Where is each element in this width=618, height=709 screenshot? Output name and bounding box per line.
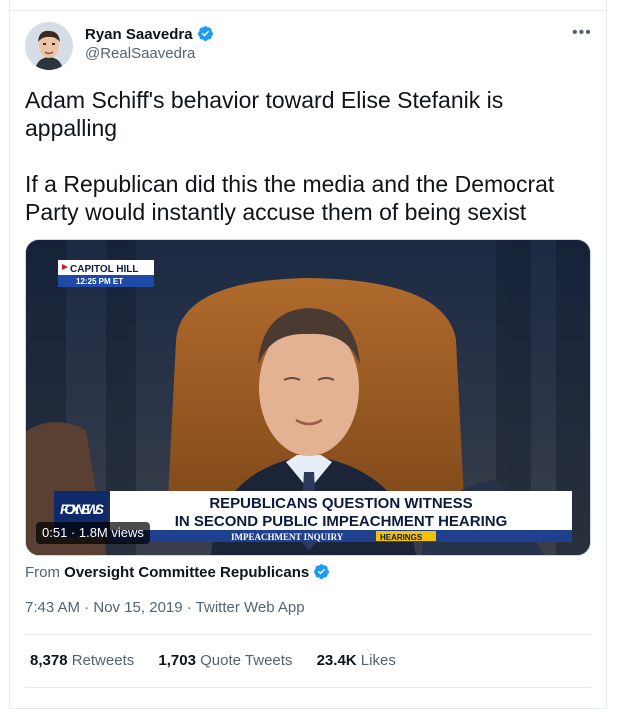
more-options-icon[interactable]: ••• — [572, 24, 592, 42]
video-player[interactable]: CAPITOL HILL 12:25 PM ET FOX NEWS REPUBL… — [25, 239, 591, 556]
divider — [25, 687, 591, 688]
network-logo: FOX NEWS — [60, 501, 105, 517]
media-attribution: From Oversight Committee Republicans — [25, 563, 330, 581]
headline-line1: REPUBLICANS QUESTION WITNESS — [209, 495, 472, 512]
avatar[interactable] — [25, 22, 73, 70]
top-divider — [9, 10, 607, 11]
user-name-text: Ryan Saavedra — [85, 26, 193, 43]
retweets-label: Retweets — [71, 652, 135, 669]
video-duration-views: 0:51 · 1.8M views — [36, 522, 150, 544]
likes-stat[interactable]: 23.4K Likes — [317, 652, 396, 669]
retweets-stat[interactable]: 8,378 Retweets — [30, 652, 134, 669]
tweet-timestamp[interactable]: 7:43 AM · Nov 15, 2019 · Twitter Web App — [25, 599, 305, 616]
verified-badge-icon — [197, 26, 213, 41]
verified-badge-icon — [314, 564, 330, 579]
avatar-image — [25, 22, 73, 70]
user-name[interactable]: Ryan Saavedra — [85, 25, 214, 43]
quote-tweets-label: Quote Tweets — [200, 652, 293, 669]
divider — [25, 634, 591, 635]
headline-line2: IN SECOND PUBLIC IMPEACHMENT HEARING — [175, 513, 508, 530]
likes-label: Likes — [360, 652, 396, 669]
quote-tweets-count: 1,703 — [158, 652, 196, 669]
retweets-count: 8,378 — [30, 652, 68, 669]
attribution-prefix: From — [25, 564, 60, 581]
quote-tweets-stat[interactable]: 1,703 Quote Tweets — [158, 652, 292, 669]
overlay-time: 12:25 PM ET — [76, 277, 123, 286]
ticker-text: IMPEACHMENT INQUIRY — [231, 532, 344, 542]
ticker-tag: HEARINGS — [380, 533, 423, 542]
overlay-badge: CAPITOL HILL — [70, 264, 139, 275]
user-handle[interactable]: @RealSaavedra — [85, 45, 195, 62]
attribution-source-link[interactable]: Oversight Committee Republicans — [64, 564, 309, 581]
tweet-text: Adam Schiff's behavior toward Elise Stef… — [25, 87, 555, 225]
likes-count: 23.4K — [316, 652, 357, 669]
tweet-stats: 8,378 Retweets 1,703 Quote Tweets 23.4K … — [30, 652, 416, 669]
video-thumbnail: CAPITOL HILL 12:25 PM ET FOX NEWS REPUBL… — [26, 240, 590, 555]
